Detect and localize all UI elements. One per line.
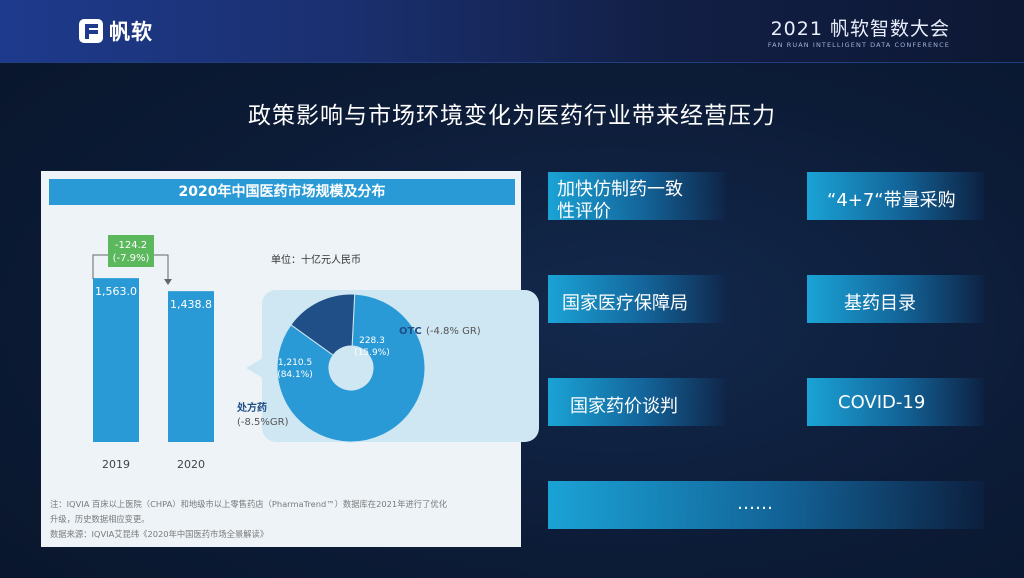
legend-prescription-growth: (-8.5%GR)	[237, 417, 289, 428]
tag-more: ……	[548, 481, 984, 529]
brand-logo: 帆软	[79, 16, 153, 46]
tag-volume-procurement: “4+7“带量采购	[807, 172, 984, 220]
tag-covid-label: COVID-19	[838, 392, 926, 413]
change-percent: (-7.9%)	[113, 253, 150, 264]
footnote-line-1: 注：IQVIA 百床以上医院（CHPA）和地级市以上零售药店（PharmaTre…	[50, 499, 447, 509]
tag-more-label: ……	[737, 493, 773, 514]
footnote-line-2: 升级，历史数据相应变更。	[50, 514, 150, 524]
legend-prescription-name: 处方药	[236, 401, 267, 414]
slide-headline: 政策影响与市场环境变化为医药行业带来经营压力	[248, 103, 776, 129]
tag-nhsa-label: 国家医疗保障局	[562, 293, 688, 314]
tag-generic-consistency-line2: 性评价	[557, 201, 611, 222]
legend-otc-name: OTC	[399, 326, 422, 337]
tag-price-negotiation: 国家药价谈判	[548, 378, 726, 426]
brand-logo-icon	[79, 19, 103, 43]
tag-essential-drug-list-label: 基药目录	[844, 293, 916, 314]
chart-panel: 2020年中国医药市场规模及分布 单位：十亿元人民币 1,563.0 1,438…	[41, 171, 539, 547]
slice-share-prescription: (84.1%)	[277, 370, 313, 380]
conference-subtitle: FAN RUAN INTELLIGENT DATA CONFERENCE	[767, 41, 950, 49]
change-arrow-icon	[164, 279, 172, 285]
tag-generic-consistency: 加快仿制药一致 性评价	[548, 172, 726, 222]
bar-2020	[168, 291, 214, 442]
data-source: 数据来源：IQVIA艾昆纬《2020年中国医药市场全景解读》	[50, 529, 269, 539]
chart-canvas: 1,563.0 1,438.8 2019 2020 -124.2 (-7.9%)…	[92, 235, 481, 471]
legend-otc-growth: (-4.8% GR)	[426, 326, 481, 337]
slice-value-prescription: 1,210.5	[278, 358, 312, 368]
tag-volume-procurement-label: “4+7“带量采购	[827, 190, 956, 211]
brand-name: 帆软	[109, 20, 153, 44]
bar-2019	[93, 278, 139, 442]
bar-value-label-2019: 1,563.0	[95, 285, 137, 298]
x-tick-2020: 2020	[177, 458, 205, 471]
tag-price-negotiation-label: 国家药价谈判	[570, 396, 678, 417]
slice-value-otc: 228.3	[359, 336, 385, 346]
tag-essential-drug-list: 基药目录	[807, 275, 984, 323]
conference-title: 2021 帆软智数大会	[770, 18, 950, 40]
tag-covid: COVID-19	[807, 378, 984, 426]
change-value: -124.2	[115, 240, 147, 251]
slice-share-otc: (15.9%)	[354, 348, 390, 358]
tag-nhsa: 国家医疗保障局	[548, 275, 726, 323]
bar-value-label-2020: 1,438.8	[170, 298, 212, 311]
x-tick-2019: 2019	[102, 458, 130, 471]
header-bar: 帆软 2021 帆软智数大会 FAN RUAN INTELLIGENT DATA…	[0, 0, 1024, 63]
